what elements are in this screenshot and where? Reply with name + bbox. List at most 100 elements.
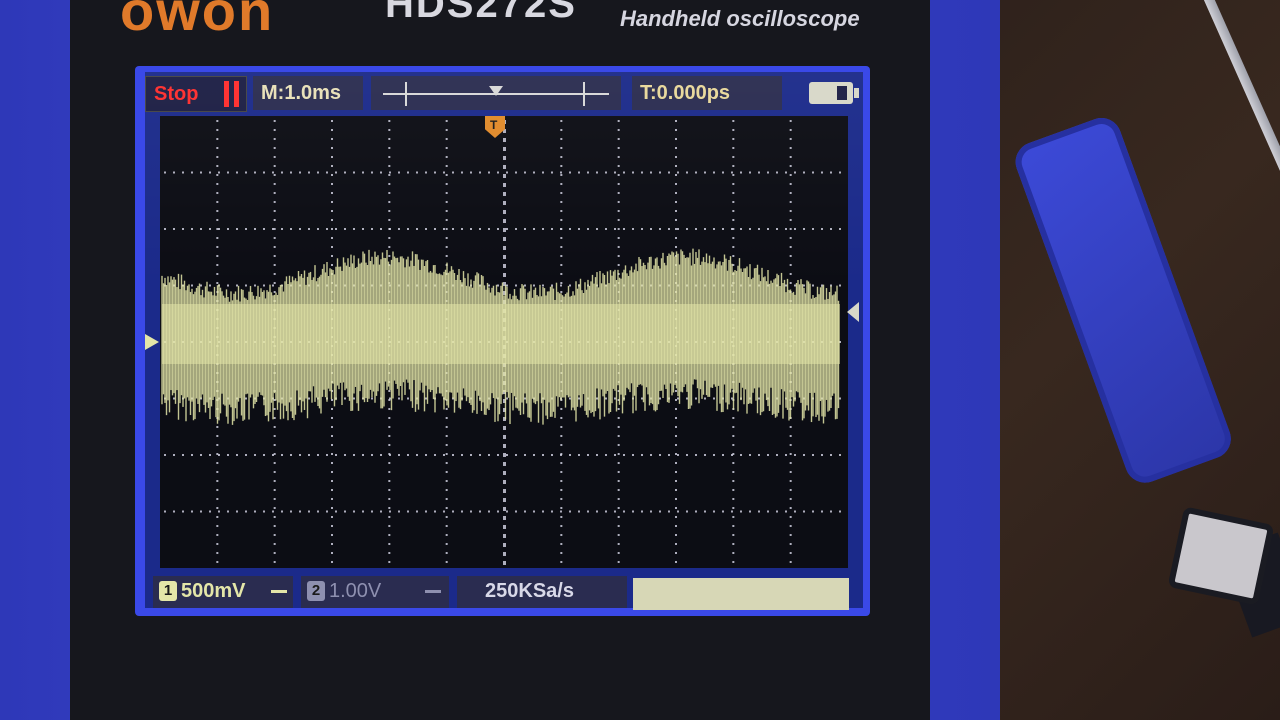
graticule-dot bbox=[331, 138, 333, 140]
graticule-dot bbox=[461, 228, 463, 230]
graticule-dot bbox=[362, 228, 364, 230]
graticule-dot bbox=[560, 171, 562, 174]
graticule-dot bbox=[789, 120, 792, 122]
graticule-dot bbox=[317, 454, 319, 456]
graticule-dot bbox=[331, 462, 333, 464]
graticule-dot bbox=[371, 454, 373, 456]
trigger-level-marker-icon[interactable] bbox=[847, 302, 859, 322]
bottom-status-bar: 1 500mV 2 1.00V 250KSa/s bbox=[145, 574, 863, 610]
graticule-dot bbox=[331, 237, 333, 239]
graticule-dot bbox=[617, 435, 620, 437]
graticule-dot bbox=[290, 228, 292, 230]
graticule-dot bbox=[416, 228, 418, 230]
graticule-dot bbox=[650, 228, 652, 230]
graticule-dot bbox=[578, 510, 580, 513]
graticule-dot bbox=[216, 435, 219, 437]
graticule-dot bbox=[407, 454, 409, 456]
graticule-dot bbox=[263, 228, 265, 230]
graticule-dot bbox=[503, 561, 506, 565]
graticule-dot bbox=[732, 498, 735, 500]
graticule-dot bbox=[209, 228, 211, 230]
graticule-dot bbox=[569, 228, 571, 230]
graticule-dot bbox=[218, 228, 220, 230]
graticule-dot bbox=[641, 228, 643, 230]
graticule-dot bbox=[794, 284, 796, 287]
graticule-dot bbox=[821, 171, 823, 174]
trigger-position-bar[interactable] bbox=[371, 76, 621, 110]
graticule-dot bbox=[236, 284, 238, 287]
graticule-dot bbox=[803, 284, 805, 287]
graticule-dot bbox=[830, 228, 832, 230]
graticule-dot bbox=[470, 171, 472, 174]
graticule-dot bbox=[273, 129, 276, 131]
graticule-dot bbox=[596, 171, 598, 174]
graticule-dot bbox=[470, 454, 472, 456]
timebase-box[interactable]: M:1.0ms bbox=[253, 76, 363, 110]
graticule-dot bbox=[503, 201, 506, 205]
graticule-dot bbox=[560, 129, 563, 131]
graticule-dot bbox=[388, 165, 391, 167]
graticule-dot bbox=[789, 129, 792, 131]
graticule-dot bbox=[659, 454, 661, 456]
graticule-dot bbox=[344, 171, 346, 174]
graticule-dot bbox=[200, 510, 202, 513]
graticule-dot bbox=[216, 426, 219, 428]
graticule-dot bbox=[789, 525, 792, 527]
graticule-dot bbox=[506, 228, 508, 230]
ch1-ground-marker-icon[interactable] bbox=[145, 334, 159, 350]
graticule-dot bbox=[479, 454, 481, 456]
trigger-time-box[interactable]: T:0.000ps bbox=[632, 76, 782, 110]
ch2-scale-box[interactable]: 2 1.00V bbox=[301, 576, 449, 608]
graticule-dot bbox=[236, 454, 238, 456]
sample-rate-box[interactable]: 250KSa/s bbox=[457, 576, 627, 608]
graticule-dot bbox=[789, 219, 792, 221]
ch1-scale-box[interactable]: 1 500mV bbox=[153, 576, 293, 608]
graticule-dot bbox=[677, 228, 679, 230]
graticule-dot bbox=[503, 516, 506, 520]
battery-icon bbox=[809, 82, 859, 104]
graticule-dot bbox=[560, 510, 562, 513]
graticule-dot bbox=[596, 228, 598, 230]
graticule-dot bbox=[479, 171, 481, 174]
graticule-dot bbox=[353, 397, 355, 400]
graticule-dot bbox=[732, 426, 735, 428]
model-label: HDS272S bbox=[385, 0, 577, 26]
graticule-dot bbox=[605, 454, 607, 456]
graticule-dot bbox=[839, 284, 841, 287]
graticule-dot bbox=[497, 228, 499, 230]
graticule-dot bbox=[273, 237, 276, 239]
graticule-dot bbox=[617, 507, 620, 509]
graticule-dot bbox=[560, 156, 563, 158]
graticule-dot bbox=[732, 417, 735, 419]
graticule-dot bbox=[470, 228, 472, 230]
graticule-dot bbox=[650, 510, 652, 513]
graticule-dot bbox=[560, 255, 563, 257]
graticule-dot bbox=[675, 246, 677, 248]
graticule-dot bbox=[812, 171, 814, 174]
run-state-box[interactable]: Stop bbox=[145, 76, 247, 112]
graticule-dot bbox=[569, 397, 571, 400]
graticule-dot bbox=[758, 228, 760, 230]
graticule-dot bbox=[789, 273, 792, 275]
graticule-dot bbox=[675, 507, 677, 509]
graticule-dot bbox=[767, 171, 769, 174]
graticule-dot bbox=[191, 510, 193, 513]
graticule-dot bbox=[445, 183, 448, 185]
graticule-dot bbox=[732, 462, 735, 464]
graticule-dot bbox=[617, 120, 620, 122]
waveform-display[interactable] bbox=[160, 116, 848, 568]
graticule-dot bbox=[380, 454, 382, 456]
graticule-dot bbox=[675, 525, 677, 527]
graticule-dot bbox=[560, 507, 563, 509]
graticule-dot bbox=[452, 228, 454, 230]
graticule-dot bbox=[272, 228, 274, 230]
graticule-dot bbox=[776, 510, 778, 513]
graticule-dot bbox=[388, 129, 391, 131]
graticule-dot bbox=[569, 454, 571, 456]
graticule-dot bbox=[273, 165, 276, 167]
graticule-dot bbox=[675, 417, 677, 419]
graticule-dot bbox=[789, 471, 792, 473]
graticule-dot bbox=[503, 147, 506, 151]
graticule-dot bbox=[677, 510, 679, 513]
graticule-dot bbox=[216, 219, 219, 221]
